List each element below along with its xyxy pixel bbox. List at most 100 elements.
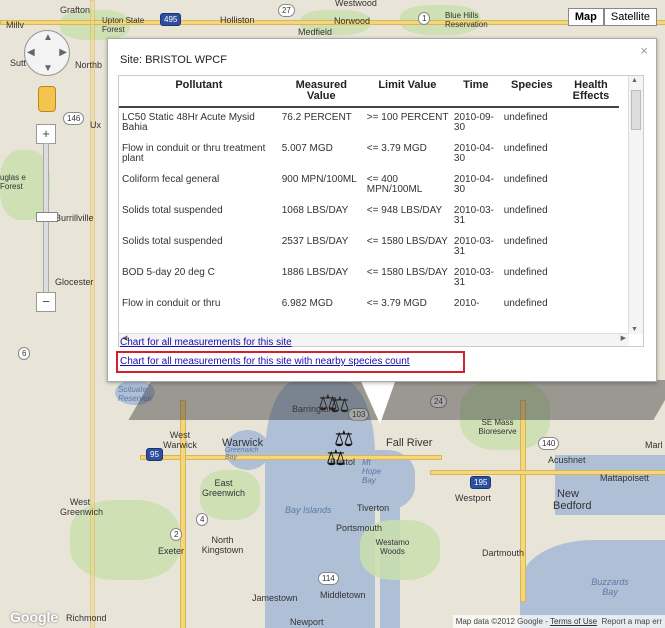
table-cell: 6.982 MGD [281, 298, 333, 309]
place-label: Holliston [220, 15, 255, 25]
place-label: North Kingstown [201, 535, 244, 555]
site-title: Site: BRISTOL WPCF [120, 54, 227, 66]
place-label: Westport [455, 493, 491, 503]
pan-right-icon[interactable]: ▶ [59, 47, 67, 58]
table-cell [563, 294, 619, 325]
column-header: Species [511, 79, 553, 91]
place-label: West Warwick [163, 430, 197, 450]
scroll-right-icon[interactable]: ▶ [621, 334, 626, 342]
place-label: Middletown [320, 590, 366, 600]
place-label: Tiverton [357, 503, 390, 513]
close-icon[interactable]: × [640, 43, 648, 58]
place-label: Burrillville [55, 213, 94, 223]
column-header: Pollutant [175, 79, 223, 91]
place-label: New Bedford [553, 488, 592, 512]
map-type-control: Map Satellite [567, 8, 657, 26]
column-header: Time [463, 79, 489, 91]
table-row: Flow in conduit or thru 6.982 MGD <= 3.79 … [119, 294, 619, 325]
table-cell: Solids total suspended [122, 236, 223, 247]
info-window-shadow [128, 380, 665, 420]
place-label: Portsmouth [336, 523, 383, 533]
street-view-pegman-icon[interactable] [38, 86, 56, 112]
zoom-slider-thumb[interactable] [36, 212, 58, 222]
place-label: Dartmouth [482, 548, 525, 558]
table-cell: <= 1580 LBS/DAY [366, 267, 448, 278]
table-cell: undefined [503, 267, 548, 278]
table-cell: Solids total suspended [122, 205, 223, 216]
place-label: Norwood [334, 16, 371, 26]
highway-shield: 495 [160, 13, 182, 26]
table-cell: <= 1580 LBS/DAY [366, 236, 448, 247]
place-label: Fall River [386, 437, 433, 449]
table-row: Solids total suspended 2537 LBS/DAY <= 158… [119, 232, 619, 263]
table-cell: Flow in conduit or thru treatment plant [122, 143, 266, 164]
pan-left-icon[interactable]: ◀ [27, 47, 35, 58]
table-row: Coliform fecal general 900 MPN/100ML <= 40… [119, 170, 619, 201]
highway-shield: 146 [63, 112, 85, 125]
site-marker-icon[interactable]: ⚖ [326, 445, 346, 471]
table-cell: 2537 LBS/DAY [281, 236, 349, 247]
scroll-down-icon[interactable]: ▼ [631, 326, 638, 333]
map-type-map-button[interactable]: Map [567, 8, 604, 26]
report-map-error-link[interactable]: Report a map err [602, 617, 662, 626]
zoom-in-button[interactable]: + [36, 124, 56, 144]
chart-all-measurements-link[interactable]: Chart for all measurements for this site [120, 337, 292, 348]
scrollbar-thumb[interactable] [631, 90, 641, 130]
chart-species-count-link[interactable]: Chart for all measurements for this site… [120, 356, 410, 367]
place-label: SE Mass Bioreserve [478, 418, 517, 436]
table-cell: 2010-04-30 [453, 174, 494, 195]
pan-up-icon[interactable]: ▲ [43, 32, 53, 43]
scroll-up-icon[interactable]: ▲ [631, 77, 638, 84]
table-cell: 2010-04-30 [453, 143, 494, 164]
table-header-row: Pollutant Measured Value Limit Value Tim… [119, 76, 619, 107]
table-cell: undefined [503, 205, 548, 216]
place-label: Acushnet [548, 455, 586, 465]
zoom-out-button[interactable]: − [36, 292, 56, 312]
place-label: Jamestown [252, 593, 298, 603]
measurements-table-container[interactable]: Pollutant Measured Value Limit Value Tim… [118, 75, 644, 347]
table-cell: 2010-03-31 [453, 205, 494, 226]
table-cell [563, 263, 619, 294]
map-data-text: Map data ©2012 Google - [455, 617, 550, 626]
table-cell: undefined [503, 174, 548, 185]
table-cell [563, 232, 619, 263]
terms-of-use-link[interactable]: Terms of Use [550, 617, 597, 626]
table-cell: 900 MPN/100ML [281, 174, 357, 185]
table-row: Flow in conduit or thru treatment plant 5… [119, 139, 619, 170]
table-cell: <= 400 MPN/100ML [366, 174, 423, 195]
place-label: Marl [645, 440, 663, 450]
place-label: Greenwich Bay [225, 447, 259, 461]
table-cell: LC50 Static 48Hr Acute Mysid Bahia [122, 112, 255, 133]
map-type-satellite-button[interactable]: Satellite [603, 8, 657, 26]
pan-down-icon[interactable]: ▼ [43, 63, 53, 74]
table-cell [563, 170, 619, 201]
pan-control[interactable]: ▲ ▼ ◀ ▶ [24, 30, 70, 76]
table-cell: 2010-09-30 [453, 112, 494, 133]
highway-shield: 27 [278, 4, 295, 17]
place-label: Grafton [60, 5, 91, 15]
place-label: Bay Islands [285, 505, 332, 515]
table-cell: >= 100 PERCENT [366, 112, 449, 123]
table-row: BOD 5-day 20 deg C 1886 LBS/DAY <= 1580 LB… [119, 263, 619, 294]
measurements-table: Pollutant Measured Value Limit Value Tim… [119, 76, 619, 325]
place-label: Sutt [10, 58, 27, 68]
info-window: × Site: BRISTOL WPCF Pollutant Measured … [107, 38, 657, 382]
table-cell [563, 139, 619, 170]
table-cell: 5.007 MGD [281, 143, 333, 154]
table-cell [563, 201, 619, 232]
highway-shield: 95 [146, 448, 163, 461]
table-cell: Flow in conduit or thru [122, 298, 221, 309]
place-label: Glocester [55, 277, 94, 287]
table-cell: 2010- [453, 298, 480, 309]
table-cell: 2010-03-31 [453, 267, 494, 288]
table-cell: undefined [503, 112, 548, 123]
table-cell: undefined [503, 236, 548, 247]
highway-shield: 140 [538, 437, 560, 450]
place-label: Buzzards Bay [591, 577, 629, 597]
table-vertical-scrollbar[interactable]: ▲ ▼ [628, 76, 643, 334]
table-cell: <= 3.79 MGD [366, 298, 427, 309]
table-cell: undefined [503, 298, 548, 309]
google-logo[interactable]: Google [10, 609, 58, 625]
highway-shield: 195 [470, 476, 492, 489]
table-cell: Coliform fecal general [122, 174, 220, 185]
